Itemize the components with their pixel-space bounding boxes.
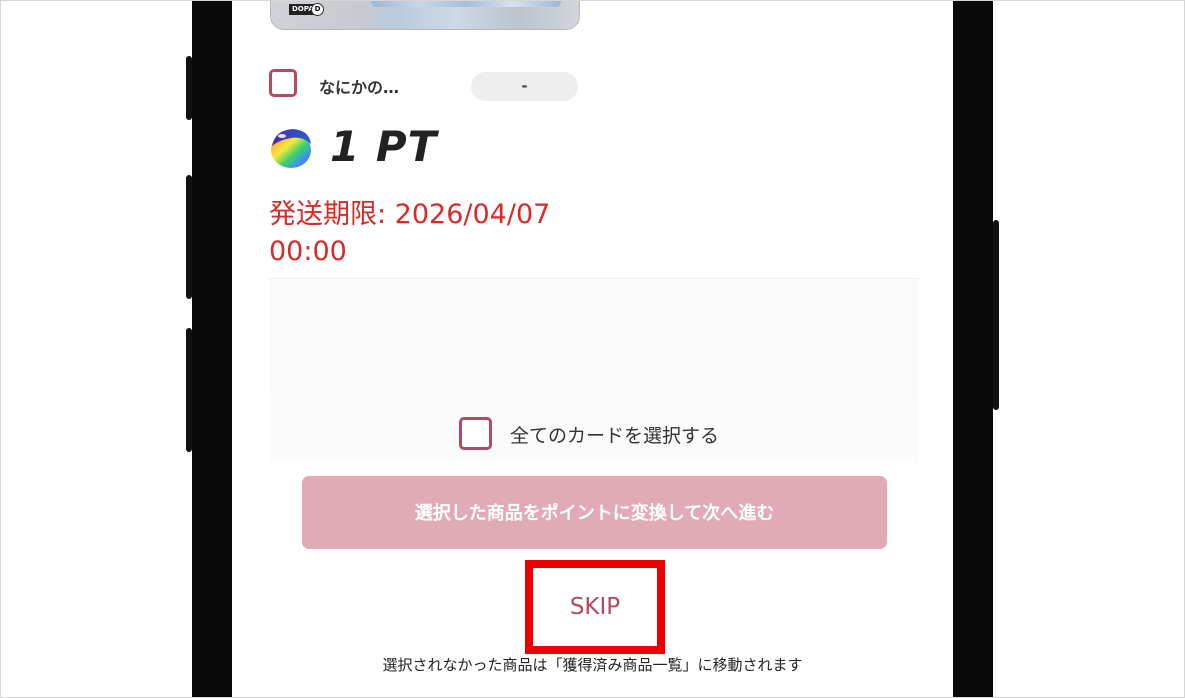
phone-volume-down-button xyxy=(186,328,192,452)
phone-frame-left xyxy=(192,0,232,698)
skip-highlight-box: SKIP xyxy=(525,560,665,654)
app-screen: DOPA D なにかの… - 1 PT 発送期限: 2026/04/07 00:… xyxy=(232,0,953,698)
select-all-label: 全てのカードを選択する xyxy=(510,425,720,447)
skip-button[interactable]: SKIP xyxy=(533,568,657,646)
shipping-deadline: 発送期限: 2026/04/07 00:00 xyxy=(269,196,550,270)
points-value: 1 PT xyxy=(330,122,438,171)
convert-to-points-button[interactable]: 選択した商品をポイントに変換して次へ進む xyxy=(302,476,887,549)
rainbow-coin-icon xyxy=(271,129,311,168)
select-all-checkbox[interactable] xyxy=(459,417,492,450)
card-image: DOPA D xyxy=(270,0,580,30)
shipping-deadline-time: 00:00 xyxy=(269,236,347,267)
item-value-pill: - xyxy=(471,72,578,101)
card-holo-strip xyxy=(371,0,561,7)
phone-power-button xyxy=(993,220,999,410)
shipping-deadline-date: 発送期限: 2026/04/07 xyxy=(269,199,551,230)
phone-side-button xyxy=(186,56,192,120)
select-all-row[interactable]: 全てのカードを選択する xyxy=(459,417,759,450)
item-checkbox[interactable] xyxy=(269,69,297,97)
skip-note: 選択されなかった商品は「獲得済み商品一覧」に移動されます xyxy=(382,656,803,674)
item-label: なにかの… xyxy=(319,78,400,97)
phone-frame-right xyxy=(953,0,993,698)
phone-volume-up-button xyxy=(186,175,192,299)
card-badge: D xyxy=(311,3,324,16)
